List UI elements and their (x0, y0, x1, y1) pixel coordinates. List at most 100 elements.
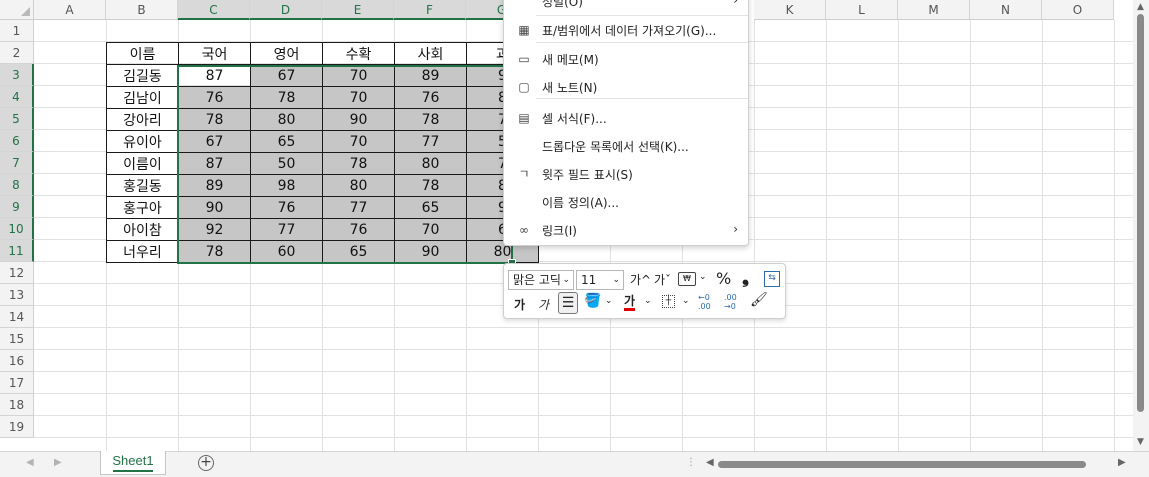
bold-button[interactable]: 가 (514, 296, 525, 313)
score-cell[interactable]: 65 (250, 130, 323, 153)
name-cell[interactable]: 아이참 (106, 218, 179, 241)
row-header-18[interactable]: 18 (0, 394, 34, 416)
row-header-7[interactable]: 7 (0, 152, 34, 174)
menu-item-6[interactable]: 이름 정의(A)... (504, 190, 748, 214)
row-header-2[interactable]: 2 (0, 42, 34, 64)
font-name-dropdown[interactable]: 맑은 고딕 ⌄ (508, 270, 574, 290)
scroll-right-arrow-icon[interactable]: ▶ (1118, 457, 1126, 468)
chevron-down-icon[interactable]: ⌄ (605, 296, 613, 306)
format-painter-icon[interactable]: 🖌 (750, 292, 768, 308)
row-header-10[interactable]: 10 (0, 218, 34, 240)
score-cell[interactable]: 98 (250, 174, 323, 197)
score-cell[interactable]: 78 (250, 86, 323, 109)
score-cell[interactable]: 90 (178, 196, 251, 219)
row-header-8[interactable]: 8 (0, 174, 34, 196)
name-cell[interactable]: 홍길동 (106, 174, 179, 197)
column-header-a[interactable]: A (34, 0, 106, 20)
decrease-decimal-icon[interactable]: .00 →0 (724, 293, 737, 311)
score-cell[interactable]: 87 (178, 64, 251, 87)
row-header-17[interactable]: 17 (0, 372, 34, 394)
table-header-cell[interactable]: 사회 (394, 42, 467, 65)
menu-item-sort-partial[interactable]: 정렬(O) › (504, 0, 748, 13)
row-header-19[interactable]: 19 (0, 416, 34, 438)
next-sheet-arrow-icon[interactable]: ▶ (54, 457, 62, 468)
score-cell[interactable]: 65 (394, 196, 467, 219)
name-cell[interactable]: 김길동 (106, 64, 179, 87)
score-cell[interactable]: 76 (178, 86, 251, 109)
menu-item-5[interactable]: ㄱ 윗주 필드 표시(S) (504, 162, 748, 186)
name-cell[interactable]: 유이아 (106, 130, 179, 153)
tab-splitter-icon[interactable]: ⋮ (686, 457, 696, 468)
table-header-cell[interactable]: 국어 (178, 42, 251, 65)
percent-style-button[interactable]: % (716, 269, 731, 288)
chevron-down-icon[interactable]: ⌄ (699, 272, 707, 282)
comma-style-button[interactable]: ❟ (742, 267, 749, 288)
row-header-3[interactable]: 3 (0, 64, 34, 86)
score-cell[interactable]: 70 (322, 86, 395, 109)
row-header-15[interactable]: 15 (0, 328, 34, 350)
score-cell[interactable]: 78 (178, 240, 251, 263)
row-header-4[interactable]: 4 (0, 86, 34, 108)
row-header-16[interactable]: 16 (0, 350, 34, 372)
chevron-down-icon[interactable]: ⌄ (644, 296, 652, 306)
italic-button[interactable]: 가 (538, 296, 549, 313)
name-cell[interactable]: 강아리 (106, 108, 179, 131)
table-header-cell[interactable]: 영어 (250, 42, 323, 65)
vertical-scroll-thumb[interactable] (1137, 14, 1144, 412)
menu-item-4[interactable]: 드롭다운 목록에서 선택(K)... (504, 134, 748, 158)
score-cell[interactable]: 60 (250, 240, 323, 263)
column-header-c[interactable]: C (178, 0, 250, 20)
increase-font-size-button[interactable]: 가^ (630, 271, 651, 288)
score-cell[interactable]: 77 (250, 218, 323, 241)
score-cell[interactable]: 80 (250, 108, 323, 131)
column-header-d[interactable]: D (250, 0, 322, 20)
chevron-down-icon[interactable]: ⌄ (682, 296, 690, 306)
column-header-b[interactable]: B (106, 0, 178, 20)
add-sheet-icon[interactable]: + (198, 455, 214, 471)
decrease-font-size-button[interactable]: 가ˇ (654, 271, 671, 288)
name-cell[interactable]: 김남이 (106, 86, 179, 109)
table-header-cell[interactable]: 이름 (106, 42, 179, 65)
score-cell[interactable]: 78 (394, 174, 467, 197)
menu-item-3[interactable]: ▤ 셀 서식(F)... (504, 106, 748, 130)
row-header-14[interactable]: 14 (0, 306, 34, 328)
score-cell[interactable]: 70 (322, 64, 395, 87)
score-cell[interactable]: 50 (250, 152, 323, 175)
score-cell[interactable]: 70 (394, 218, 467, 241)
font-size-dropdown[interactable]: 11 ⌄ (576, 270, 624, 290)
font-color-button[interactable]: 가 (624, 294, 636, 311)
row-header-5[interactable]: 5 (0, 108, 34, 130)
score-cell[interactable]: 80 (394, 152, 467, 175)
column-header-n[interactable]: N (970, 0, 1042, 20)
scroll-up-arrow-icon[interactable]: ▲ (1137, 2, 1144, 12)
row-header-13[interactable]: 13 (0, 284, 34, 306)
scroll-left-arrow-icon[interactable]: ◀ (706, 457, 714, 468)
accounting-format-icon[interactable]: ₩ (678, 272, 696, 286)
table-header-cell[interactable]: 수확 (322, 42, 395, 65)
column-header-k[interactable]: K (754, 0, 826, 20)
score-cell[interactable]: 65 (322, 240, 395, 263)
align-center-button[interactable]: ☰ (558, 292, 578, 314)
score-cell[interactable]: 78 (178, 108, 251, 131)
score-cell[interactable]: 80 (322, 174, 395, 197)
increase-decimal-icon[interactable]: ←0 .00 (698, 293, 711, 311)
score-cell[interactable]: 76 (250, 196, 323, 219)
score-cell[interactable]: 67 (178, 130, 251, 153)
column-header-m[interactable]: M (898, 0, 970, 20)
score-cell[interactable]: 90 (394, 240, 467, 263)
score-cell[interactable]: 90 (322, 108, 395, 131)
score-cell[interactable]: 76 (322, 218, 395, 241)
row-header-9[interactable]: 9 (0, 196, 34, 218)
menu-item-1[interactable]: ▭ 새 메모(M) (504, 47, 748, 71)
name-cell[interactable]: 이름이 (106, 152, 179, 175)
name-cell[interactable]: 너우리 (106, 240, 179, 263)
column-header-o[interactable]: O (1042, 0, 1114, 20)
scroll-down-arrow-icon[interactable]: ▼ (1137, 437, 1144, 447)
row-header-11[interactable]: 11 (0, 240, 34, 262)
menu-item-0[interactable]: ▦ 표/범위에서 데이터 가져오기(G)... (504, 18, 748, 42)
horizontal-scroll-thumb[interactable] (718, 461, 1086, 468)
menu-item-7[interactable]: ∞ 링크(I) › (504, 218, 748, 242)
row-header-12[interactable]: 12 (0, 262, 34, 284)
borders-icon[interactable]: ┼ (662, 295, 675, 308)
row-header-6[interactable]: 6 (0, 130, 34, 152)
